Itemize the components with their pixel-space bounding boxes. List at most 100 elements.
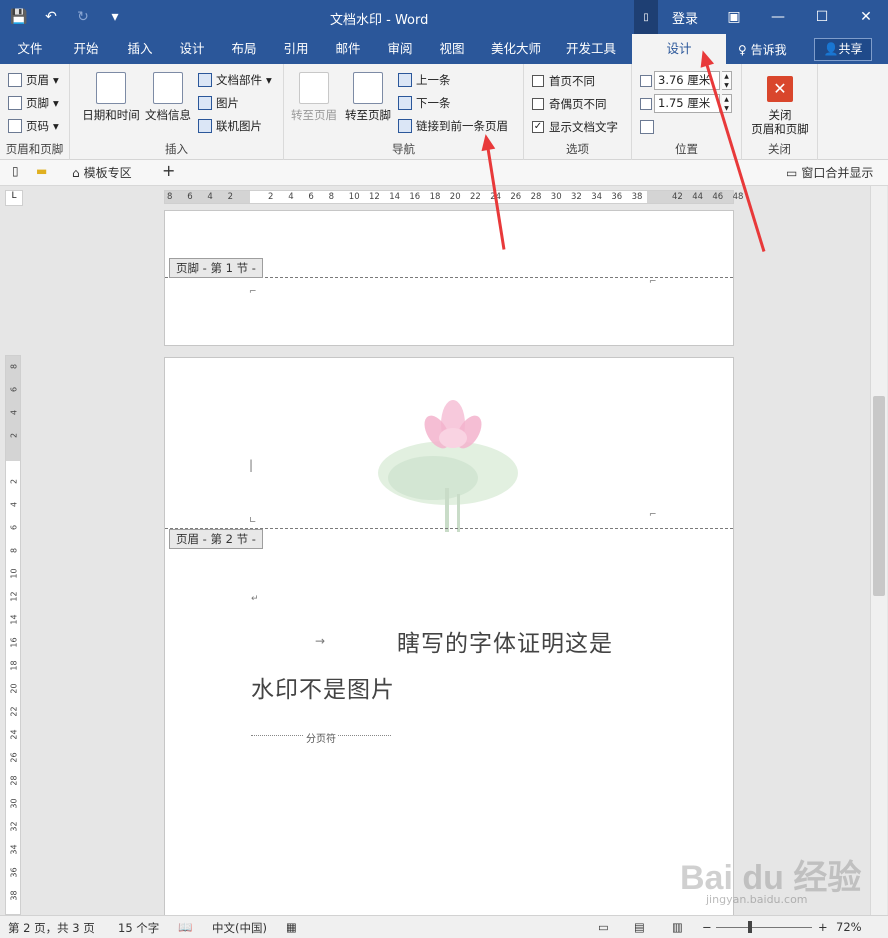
tab-7[interactable]: 审阅 bbox=[378, 34, 422, 64]
tab-2[interactable]: 插入 bbox=[118, 34, 162, 64]
tab-8[interactable]: 视图 bbox=[430, 34, 474, 64]
page-break-marker: 分页符 bbox=[251, 734, 391, 751]
footer-button[interactable]: 页脚 ▾ bbox=[8, 93, 59, 113]
share-button[interactable]: 👤共享 bbox=[814, 38, 872, 61]
ruler-tick-label: 22 bbox=[470, 192, 481, 202]
template-zone-tab[interactable]: ⌂ 模板专区 bbox=[72, 164, 132, 181]
web-layout-icon[interactable]: ▥ bbox=[672, 920, 683, 934]
ruler-tick-label: 4 bbox=[9, 501, 19, 508]
alignment-tab-icon bbox=[640, 120, 654, 134]
header-icon bbox=[8, 73, 22, 87]
online-picture-label: 联机图片 bbox=[216, 119, 262, 133]
link-to-previous-icon bbox=[398, 119, 412, 133]
horizontal-ruler[interactable]: 8642246810121416182022242628303234363842… bbox=[164, 190, 743, 204]
person-icon: 👤 bbox=[823, 42, 839, 56]
merge-windows-button[interactable]: ▭ 窗口合并显示 bbox=[786, 164, 873, 181]
vertical-ruler[interactable]: 8 6 4 2 2 4 6 8 10 12 14 16 18 20 22 24 26 28 30 32 34 36 38 bbox=[5, 355, 21, 915]
folder-icon[interactable]: ▬ bbox=[36, 164, 47, 178]
macro-icon[interactable]: ▦ bbox=[286, 920, 297, 934]
group-header-footer: 页眉 ▾ 页脚 ▾ 页码 ▾ 页眉和页脚 bbox=[0, 64, 70, 160]
page-count[interactable]: 第 2 页，共 3 页 bbox=[8, 920, 95, 936]
zoom-level[interactable]: 72% bbox=[836, 920, 862, 934]
save-icon[interactable]: 💾 bbox=[8, 6, 30, 28]
ruler-tick-label: 32 bbox=[9, 821, 19, 832]
ruler-tick-label: 24 bbox=[9, 729, 19, 740]
odd-even-different-checkbox[interactable]: 奇偶页不同 bbox=[532, 96, 607, 112]
body-line-2[interactable]: 水印不是图片 bbox=[251, 670, 395, 704]
redo-icon[interactable]: ↻ bbox=[72, 6, 94, 28]
ruler-tick-label: 14 bbox=[389, 192, 401, 202]
tab-9[interactable]: 美化大师 bbox=[484, 34, 548, 64]
online-picture-button[interactable]: 联机图片 bbox=[198, 116, 262, 136]
insert-alignment-tab-button[interactable] bbox=[640, 117, 654, 137]
ruler-tick-label: 4 bbox=[207, 192, 213, 202]
dropdown-arrow-icon: ▾ bbox=[53, 96, 59, 110]
ruler-tick-label: 8 bbox=[9, 547, 19, 554]
ruler-tick-label: 2 bbox=[227, 192, 234, 202]
zoom-slider-knob[interactable] bbox=[748, 921, 752, 933]
link-to-previous-label: 链接到前一条页眉 bbox=[416, 119, 508, 133]
show-document-text-checkbox[interactable]: ✓ 显示文档文字 bbox=[532, 119, 618, 135]
previous-button[interactable]: 上一条 bbox=[398, 70, 451, 90]
tab-0[interactable]: 文件 bbox=[8, 34, 52, 64]
header-position-spinner[interactable]: 3.76 厘米 ▲ ▼ bbox=[640, 71, 732, 90]
ruler-tick-label: 2 bbox=[9, 478, 19, 485]
new-doc-icon[interactable]: ▯ bbox=[12, 164, 19, 178]
read-mode-icon[interactable]: ▭ bbox=[598, 920, 609, 934]
ruler-tick-label: 44 bbox=[692, 192, 704, 202]
ribbon-display-icon[interactable]: ▣ bbox=[712, 0, 756, 34]
ruler-tick-label: 8 bbox=[328, 192, 335, 202]
baidu-watermark-logo: Bai du 经验 bbox=[680, 859, 862, 897]
date-time-button[interactable]: 日期和时间 bbox=[78, 72, 144, 122]
spinner-arrows-icon[interactable]: ▲ ▼ bbox=[722, 94, 732, 113]
close-window-icon[interactable]: ✕ bbox=[844, 0, 888, 34]
tab-4[interactable]: 布局 bbox=[222, 34, 266, 64]
tablet-mode-icon[interactable]: ▯ bbox=[633, 0, 658, 34]
minimize-icon[interactable]: — bbox=[756, 0, 800, 34]
zoom-slider-track[interactable] bbox=[716, 927, 812, 928]
goto-header-button[interactable]: 转至页眉 bbox=[288, 72, 340, 122]
tab-10[interactable]: 开发工具 bbox=[558, 34, 624, 64]
new-tab-plus-icon[interactable]: + bbox=[162, 161, 175, 180]
tab-5[interactable]: 引用 bbox=[274, 34, 318, 64]
tab-selector[interactable]: L bbox=[5, 190, 23, 206]
word-count[interactable]: 15 个字 bbox=[118, 920, 159, 936]
share-label: 共享 bbox=[838, 42, 863, 56]
tell-me-search[interactable]: ♀ 告诉我 bbox=[738, 41, 787, 58]
footer-icon bbox=[8, 96, 22, 110]
customize-qat-icon[interactable]: ▾ bbox=[104, 6, 126, 28]
group-label: 位置 bbox=[675, 142, 698, 156]
language[interactable]: 中文(中国) bbox=[212, 920, 267, 936]
zoom-in-icon[interactable]: + bbox=[818, 920, 828, 934]
header-button[interactable]: 页眉 ▾ bbox=[8, 70, 59, 90]
login-link[interactable]: 登录 bbox=[658, 8, 712, 27]
goto-footer-button[interactable]: 转至页脚 bbox=[342, 72, 394, 122]
tab-3[interactable]: 设计 bbox=[170, 34, 214, 64]
print-layout-icon[interactable]: ▤ bbox=[634, 920, 645, 934]
zoom-out-icon[interactable]: − bbox=[702, 920, 712, 934]
page-2[interactable]: | 页眉 - 第 2 节 - ∟ ⌐ ↵ → 瞎写的字体证明这是 水印不是图片 … bbox=[164, 357, 734, 917]
margin-mark: ⌐ bbox=[249, 287, 257, 297]
maximize-icon[interactable]: ☐ bbox=[800, 0, 844, 34]
picture-button[interactable]: 图片 bbox=[198, 93, 239, 113]
first-page-different-checkbox[interactable]: 首页不同 bbox=[532, 73, 595, 89]
ruler-tick-label: 34 bbox=[9, 844, 19, 855]
page-number-button[interactable]: 页码 ▾ bbox=[8, 116, 59, 136]
next-button[interactable]: 下一条 bbox=[398, 93, 451, 113]
tab-1[interactable]: 开始 bbox=[64, 34, 108, 64]
proofing-icon[interactable]: 📖 bbox=[178, 920, 192, 934]
spinner-arrows-icon[interactable]: ▲ ▼ bbox=[722, 71, 732, 90]
tab-6[interactable]: 邮件 bbox=[326, 34, 370, 64]
quick-parts-button[interactable]: 文档部件 ▾ bbox=[198, 70, 272, 90]
vertical-scrollbar[interactable] bbox=[870, 186, 887, 915]
scrollbar-thumb[interactable] bbox=[873, 396, 885, 596]
footer-position-input[interactable]: 1.75 厘米 bbox=[654, 94, 720, 113]
close-header-footer-button[interactable]: ✕ 关闭 页眉和页脚 bbox=[746, 72, 814, 136]
ruler-tick-label: 30 bbox=[550, 192, 562, 202]
page-1-bottom[interactable]: 页脚 - 第 1 节 - ⌐ ⌐ bbox=[164, 210, 734, 346]
undo-icon[interactable]: ↶ bbox=[40, 6, 62, 28]
body-line-1[interactable]: 瞎写的字体证明这是 bbox=[397, 624, 613, 658]
ruler-tick-label: 18 bbox=[9, 660, 19, 671]
doc-info-button[interactable]: 文档信息 bbox=[142, 72, 194, 122]
header-label: 页眉 bbox=[26, 73, 49, 87]
